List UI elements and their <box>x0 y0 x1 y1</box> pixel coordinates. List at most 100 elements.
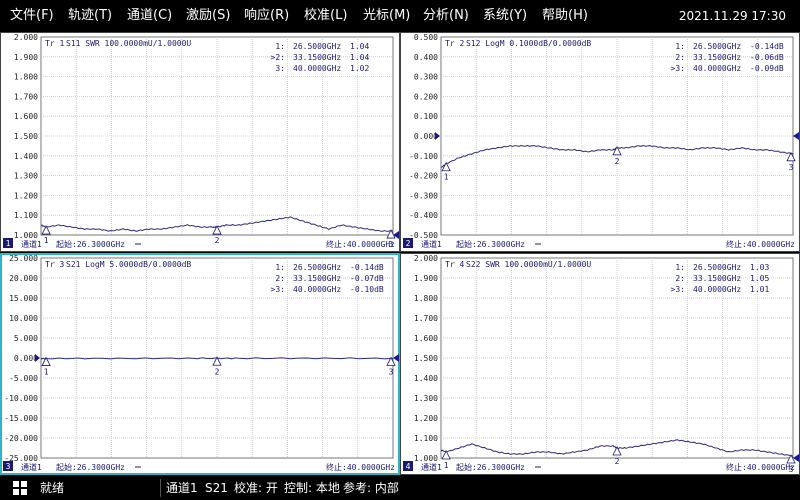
trace-label: Tr 1 <box>45 39 64 48</box>
y-tick-label: 0.200 <box>414 92 438 101</box>
y-tick-label: 1.200 <box>14 191 38 200</box>
panel-number: 2 <box>406 239 411 248</box>
marker-readout-freq: 33.1500GHz <box>693 53 741 62</box>
y-tick-label: -0.200 <box>409 172 438 181</box>
marker-1-number: 1 <box>44 236 49 245</box>
y-tick-label: 1.200 <box>414 414 438 423</box>
y-tick-label: -5.000 <box>9 374 38 383</box>
footer-channel: 通道1 <box>421 462 442 472</box>
footer-start-freq: 起始:26.3000GHz <box>456 239 525 249</box>
y-tick-label: -0.400 <box>409 211 438 220</box>
menu-marker[interactable]: 光标(M) <box>363 0 410 32</box>
marker-readout-label: >3: <box>271 285 285 294</box>
y-tick-label: 0.000 <box>414 132 438 141</box>
y-tick-label: 1.700 <box>414 314 438 323</box>
trace-panel-4[interactable]: 2.000 1.900 1.800 1.700 1.600 1.500 1.400 1.300… <box>400 253 800 475</box>
y-tick-label: 2.000 <box>14 33 38 42</box>
panel-number: 3 <box>6 462 11 471</box>
marker-readout-value: 1.01 <box>750 285 769 294</box>
y-tick-label: 0.400 <box>414 53 438 62</box>
reference-arrow-right <box>793 132 799 140</box>
marker-readout-label: >3: <box>671 285 685 294</box>
trace-panel-1[interactable]: 2.000 1.900 1.800 1.700 1.600 1.500 1.400 1.300… <box>0 32 400 252</box>
marker-readout-freq: 40.0000GHz <box>293 64 341 73</box>
footer-start-freq: 起始:26.3000GHz <box>56 462 125 472</box>
marker-readout-value: -0.14dB <box>350 263 384 272</box>
trace-description: S12 LogM 0.1000dB/0.0000dB <box>466 39 591 48</box>
datetime: 2021.11.29 17:30 <box>678 9 786 23</box>
marker-readout-freq: 33.1500GHz <box>293 53 341 62</box>
marker-3-number: 3 <box>789 163 794 172</box>
y-tick-label: 1.700 <box>14 92 38 101</box>
y-tick-label: 0.000 <box>14 354 38 363</box>
marker-readout-freq: 33.1500GHz <box>693 274 741 283</box>
marker-readout-value: -0.14dB <box>750 42 784 51</box>
trace-label: Tr 2 <box>445 39 464 48</box>
y-tick-label: 1.600 <box>14 112 38 121</box>
footer-stop-freq: 终止:40.0000GHz <box>726 462 795 472</box>
y-tick-label: -0.300 <box>409 191 438 200</box>
footer-channel: 通道1 <box>421 239 442 249</box>
menu-trace[interactable]: 轨迹(T) <box>68 0 112 32</box>
y-tick-label: 5.000 <box>14 334 38 343</box>
y-tick-label: 1.100 <box>14 211 38 220</box>
status-channel: 通道1 <box>166 481 198 495</box>
footer-channel: 通道1 <box>21 462 42 472</box>
trace-label: Tr 4 <box>445 260 464 269</box>
marker-1-number: 1 <box>444 461 449 470</box>
y-tick-label: 20.000 <box>9 274 38 283</box>
menu-analysis[interactable]: 分析(N) <box>423 0 469 32</box>
marker-2-number: 2 <box>615 157 620 166</box>
trace-description: S21 LogM 5.0000dB/0.0000dB <box>66 260 191 269</box>
y-tick-label: 25.000 <box>9 254 38 263</box>
marker-readout-label: 3: <box>275 64 285 73</box>
windows-start-icon[interactable] <box>13 481 27 495</box>
trace-chart-2: 0.500 0.400 0.300 0.200 0.100 0.000 -0.100 -0.2… <box>403 33 799 249</box>
trace-description: S22 SWR 100.0000mU/1.0000U <box>466 260 591 269</box>
footer-start-freq: 起始:26.3000GHz <box>56 239 125 249</box>
menu-system[interactable]: 系统(Y) <box>483 0 527 32</box>
y-tick-label: 1.000 <box>414 454 438 463</box>
y-tick-label: -20.000 <box>4 434 38 443</box>
marker-readout-freq: 40.0000GHz <box>693 64 741 73</box>
y-tick-label: 0.500 <box>414 33 438 42</box>
marker-readout-value: -0.06dB <box>750 53 784 62</box>
marker-readout-label: 1: <box>275 42 285 51</box>
panel-number: 4 <box>406 462 411 471</box>
marker-readout-freq: 26.5000GHz <box>293 263 341 272</box>
y-tick-label: 1.800 <box>414 294 438 303</box>
status-divider <box>160 479 161 497</box>
trace-chart-1: 2.000 1.900 1.800 1.700 1.600 1.500 1.400 1.300… <box>3 33 399 249</box>
y-tick-label: 0.100 <box>414 112 438 121</box>
footer-channel: 通道1 <box>21 239 42 249</box>
marker-readout-label: >3: <box>671 64 685 73</box>
trace-panel-3[interactable]: 25.000 20.000 15.000 10.000 5.000 0.000 -5.000… <box>0 253 400 475</box>
marker-readout-value: -0.10dB <box>350 285 384 294</box>
y-tick-label: -0.100 <box>409 152 438 161</box>
y-tick-label: -15.000 <box>4 414 38 423</box>
y-tick-label: 1.600 <box>414 334 438 343</box>
marker-readout-value: 1.03 <box>750 263 769 272</box>
status-reference: 参考: 内部 <box>343 481 399 495</box>
menu-response[interactable]: 响应(R) <box>244 0 289 32</box>
trace-panel-2[interactable]: 0.500 0.400 0.300 0.200 0.100 0.000 -0.100 -0.2… <box>400 32 800 252</box>
menu-channel[interactable]: 通道(C) <box>127 0 172 32</box>
marker-readout-value: 1.04 <box>350 42 369 51</box>
marker-readout-value: -0.07dB <box>350 274 384 283</box>
status-bar: 就绪 通道1 S21 校准: 开 控制: 本地 参考: 内部 <box>0 476 800 500</box>
menu-stimulus[interactable]: 激励(S) <box>186 0 230 32</box>
menu-help[interactable]: 帮助(H) <box>542 0 588 32</box>
y-tick-label: 1.400 <box>414 374 438 383</box>
marker-readout-value: 1.02 <box>350 64 369 73</box>
menu-calibration[interactable]: 校准(L) <box>304 0 347 32</box>
marker-readout-label: 2: <box>275 274 285 283</box>
marker-readout-value: 1.04 <box>350 53 369 62</box>
footer-stop-freq: 终止:40.0000GHz <box>326 239 395 249</box>
y-tick-label: 1.100 <box>414 434 438 443</box>
y-tick-label: 1.800 <box>14 73 38 82</box>
marker-3-number: 3 <box>389 367 394 376</box>
marker-readout-label: >2: <box>271 53 285 62</box>
y-tick-label: 1.300 <box>414 394 438 403</box>
marker-readout-label: 1: <box>675 263 685 272</box>
menu-file[interactable]: 文件(F) <box>10 0 54 32</box>
